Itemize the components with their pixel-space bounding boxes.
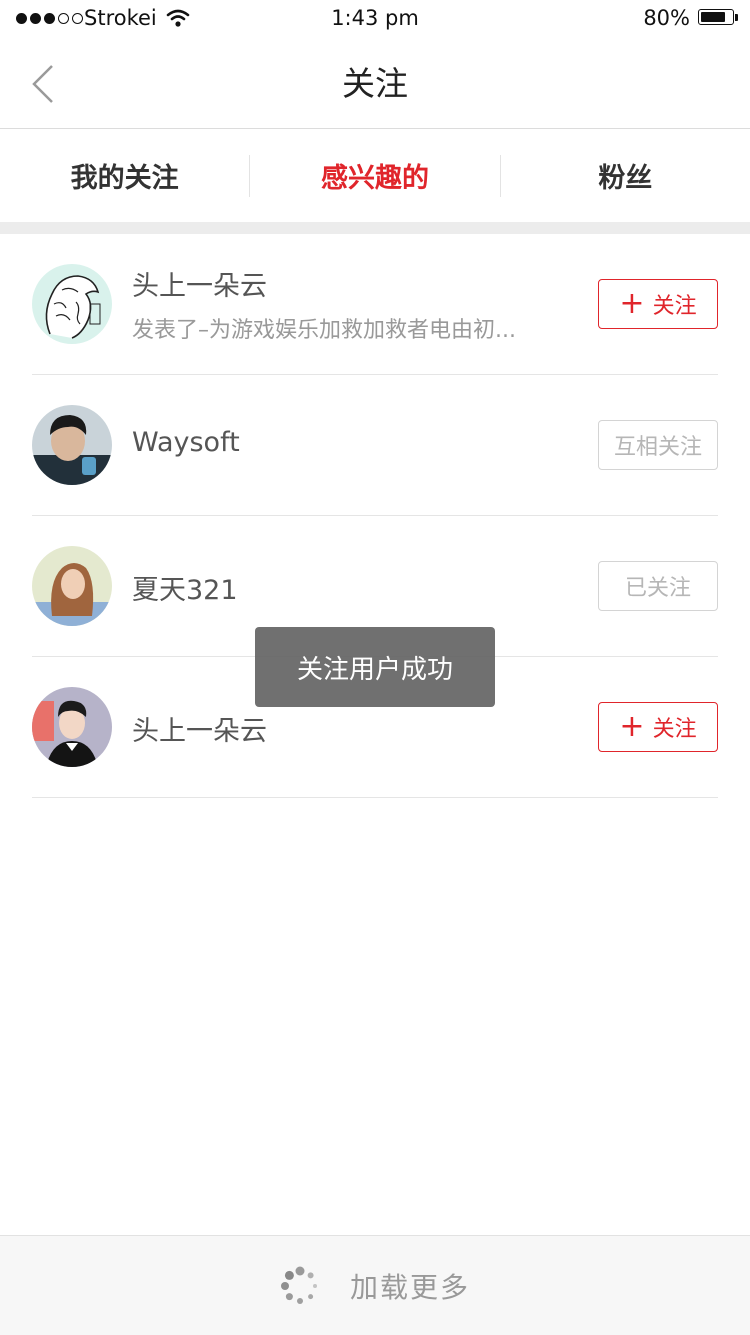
user-activity: 发表了–为游戏娱乐加救加救者电由初... — [132, 318, 516, 343]
user-name: 头上一朵云 — [132, 716, 267, 747]
user-list: 头上一朵云 发表了–为游戏娱乐加救加救者电由初... + 关注 Waysoft … — [0, 234, 750, 798]
tab-my-follows[interactable]: 我的关注 — [0, 129, 249, 222]
user-name: 头上一朵云 — [132, 271, 267, 302]
follow-button-label: 互相关注 — [613, 435, 702, 460]
tab-bar: 我的关注 感兴趣的 粉丝 — [0, 129, 750, 222]
sketch-portrait-icon — [32, 264, 112, 344]
avatar[interactable] — [32, 405, 112, 485]
followed-button[interactable]: 已关注 — [598, 561, 718, 611]
battery-icon — [698, 9, 740, 27]
avatar[interactable] — [32, 687, 112, 767]
toast-message: 关注用户成功 — [255, 627, 495, 707]
follow-button[interactable]: + 关注 — [598, 279, 718, 329]
tab-fans[interactable]: 粉丝 — [501, 129, 750, 222]
avatar[interactable] — [32, 546, 112, 626]
follow-button-label: 已关注 — [624, 576, 691, 601]
load-more-label: 加载更多 — [349, 1270, 470, 1304]
status-bar: Strokei 1:43 pm 80% — [0, 0, 750, 40]
loading-spinner-icon — [280, 1266, 317, 1304]
navigation-bar: 关注 — [0, 40, 750, 129]
mutual-follow-button[interactable]: 互相关注 — [598, 420, 718, 470]
status-time: 1:43 pm — [331, 6, 419, 30]
plus-icon: + — [619, 709, 645, 744]
avatar[interactable] — [32, 264, 112, 344]
battery-percent: 80% — [643, 6, 690, 30]
page-title: 关注 — [342, 64, 408, 103]
photo-avatar-icon — [32, 405, 112, 485]
photo-avatar-icon — [32, 546, 112, 626]
user-name: Waysoft — [132, 427, 240, 458]
follow-button-label: 关注 — [652, 717, 697, 742]
tab-interested[interactable]: 感兴趣的 — [250, 129, 499, 222]
follow-button[interactable]: + 关注 — [598, 702, 718, 752]
user-name: 夏天321 — [132, 575, 238, 606]
section-divider — [0, 222, 750, 234]
plus-icon: + — [619, 286, 645, 321]
load-more-button[interactable]: 加载更多 — [0, 1235, 750, 1335]
list-item[interactable]: 头上一朵云 发表了–为游戏娱乐加救加救者电由初... + 关注 — [32, 234, 718, 375]
photo-avatar-icon — [32, 687, 112, 767]
list-item[interactable]: Waysoft 互相关注 — [32, 375, 718, 516]
follow-button-label: 关注 — [652, 294, 697, 319]
